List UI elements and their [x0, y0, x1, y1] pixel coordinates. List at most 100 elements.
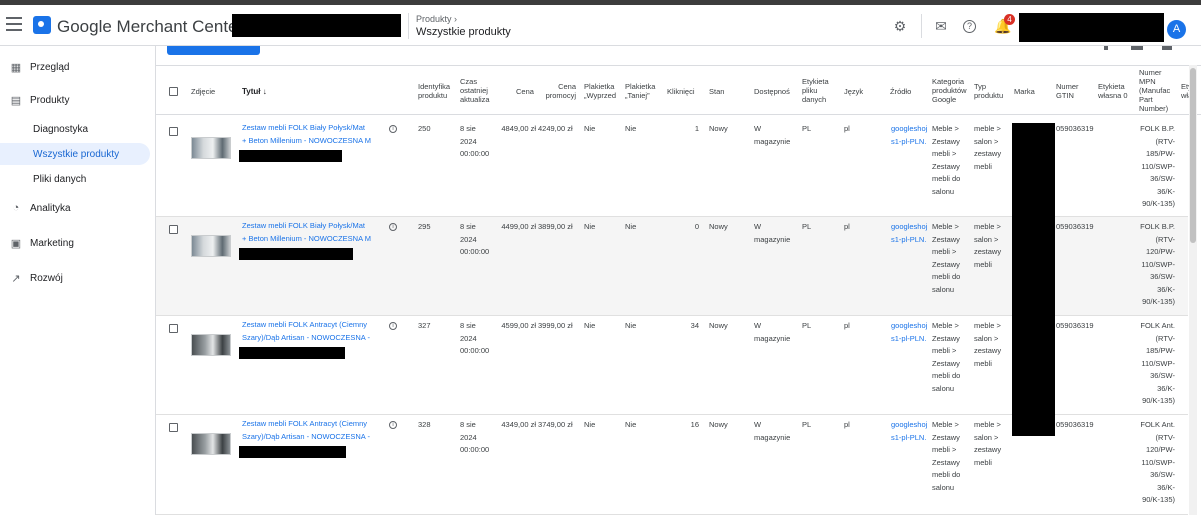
products-table-panel: Zdjęcie Tytuł ↓ Identyfika produktu Czas o… — [155, 46, 1201, 515]
download-icon[interactable] — [1162, 46, 1172, 50]
col-gtin[interactable]: Numer GTIN — [1056, 82, 1090, 100]
col-product-type[interactable]: Typ produktu — [974, 82, 1008, 100]
mpn: FOLK B.P. (RTV- 185/PW- 110/SWP- 36/SW- 36/K-… — [1140, 124, 1175, 208]
feed-label: PL — [802, 222, 812, 231]
redacted-account-info — [1019, 13, 1164, 42]
sidebar-item-overview[interactable]: ▦ Przegląd — [0, 55, 150, 79]
col-photo[interactable]: Zdjęcie — [191, 87, 215, 96]
sidebar-subitem-all-products[interactable]: Wszystkie produkty — [0, 143, 150, 165]
col-mpn[interactable]: Numer MPN (Manufac Part Number) — [1139, 68, 1175, 113]
col-language[interactable]: Język — [844, 87, 863, 96]
app-header: Google Merchant Center Produkty › Wszyst… — [0, 5, 1201, 46]
mail-icon[interactable]: ✉ — [933, 18, 949, 34]
sidebar-item-products[interactable]: ▤ Produkty — [0, 88, 150, 112]
product-thumbnail[interactable] — [191, 433, 231, 455]
feed-label: PL — [802, 321, 812, 330]
col-label-sale[interactable]: Plakietka „Wyprzed — [584, 82, 618, 100]
filter-icon[interactable] — [1104, 46, 1108, 50]
settings-gear-icon[interactable]: ⚙ — [892, 18, 908, 34]
product-type: meble > salon > zestawy mebli — [974, 420, 1002, 467]
sidebar-item-growth[interactable]: ↗ Rozwój — [0, 266, 150, 290]
source-link[interactable]: googleshoj s1-pl-PLN.: — [891, 221, 927, 246]
col-id[interactable]: Identyfika produktu — [418, 82, 452, 100]
price: 4849,00 zł — [501, 124, 536, 133]
col-category[interactable]: Kategoria produktów Google — [932, 77, 968, 104]
merchant-center-logo — [33, 16, 51, 34]
price: 4349,00 zł — [501, 420, 536, 429]
sidebar-item-analytics[interactable]: ◔ Analityka — [0, 196, 150, 220]
promo-price: 3749,00 zł — [538, 420, 573, 429]
product-thumbnail[interactable] — [191, 137, 231, 159]
mpn: FOLK B.P. (RTV- 120/PW- 110/SWP- 36/SW- 36/K-… — [1140, 222, 1175, 306]
marketing-icon: ▣ — [10, 237, 22, 250]
google-category: Meble > Zestawy mebli > Zestawy mebli do salo… — [932, 420, 961, 492]
info-icon[interactable]: i — [389, 421, 397, 429]
select-all-checkbox[interactable] — [169, 87, 178, 96]
col-brand[interactable]: Marka — [1014, 87, 1035, 96]
product-thumbnail[interactable] — [191, 235, 231, 257]
col-feed-label[interactable]: Etykieta pliku danych — [802, 77, 836, 104]
language: pl — [844, 321, 850, 330]
product-title-link[interactable]: Zestaw mebli FOLK Biały Połysk/Mat + Beto… — [242, 122, 382, 147]
label-sale: Nie — [584, 222, 596, 231]
row-checkbox[interactable] — [169, 324, 178, 333]
col-custom-label[interactable]: Etykieta własna 0 — [1098, 82, 1132, 100]
hamburger-menu-icon[interactable] — [6, 17, 22, 31]
col-label-cheaper[interactable]: Plakietka „Taniej” — [625, 82, 659, 100]
avatar[interactable]: A — [1167, 20, 1186, 39]
availability: Wmagazynie — [754, 124, 791, 146]
label-cheaper: Nie — [625, 124, 637, 133]
label-cheaper: Nie — [625, 321, 637, 330]
clicks: 16 — [690, 420, 699, 429]
col-last-update[interactable]: Czas ostatniej aktualiza — [460, 77, 494, 104]
columns-icon[interactable] — [1131, 46, 1143, 50]
col-clicks[interactable]: Kliknięci — [667, 87, 700, 96]
info-icon[interactable]: i — [389, 322, 397, 330]
source-link[interactable]: googleshoj s1-pl-PLN.: — [891, 320, 927, 345]
sidebar-subitem-diagnostics[interactable]: Diagnostyka — [0, 118, 150, 140]
redacted-account-selector[interactable] — [232, 14, 401, 37]
last-update: 8 sie 2024 00:00:00 — [460, 321, 490, 355]
source-link[interactable]: googleshoj s1-pl-PLN.: — [891, 123, 927, 148]
gtin: 05903631⁠9 — [1056, 222, 1094, 231]
col-title-sort[interactable]: Tytuł ↓ — [242, 87, 267, 96]
label-sale: Nie — [584, 321, 596, 330]
app-title: Google Merchant Center — [57, 17, 244, 36]
product-thumbnail[interactable] — [191, 334, 231, 356]
condition: Nowy — [709, 124, 728, 133]
table-header: Zdjęcie Tytuł ↓ Identyfika produktu Czas o… — [156, 65, 1201, 115]
google-category: Meble > Zestawy mebli > Zestawy mebli do salo… — [932, 124, 961, 196]
sidebar-item-marketing[interactable]: ▣ Marketing — [0, 231, 150, 255]
col-promo-price[interactable]: Cena promocyj — [542, 82, 576, 100]
sidebar-item-label: Przegląd — [30, 61, 70, 73]
add-products-button[interactable] — [167, 46, 260, 55]
gtin: 05903631⁠9 — [1056, 124, 1094, 133]
product-title-link[interactable]: Zestaw mebli FOLK Antracyt (Ciemny Szary)… — [242, 418, 382, 443]
sidebar-subitem-feeds[interactable]: Pliki danych — [0, 168, 150, 190]
source-link[interactable]: googleshoj s1-pl-PLN.: — [891, 419, 927, 444]
row-checkbox[interactable] — [169, 127, 178, 136]
row-checkbox[interactable] — [169, 225, 178, 234]
breadcrumb-parent[interactable]: Produkty › — [416, 14, 457, 24]
clicks: 34 — [690, 321, 699, 330]
row-checkbox[interactable] — [169, 423, 178, 432]
product-title-link[interactable]: Zestaw mebli FOLK Biały Połysk/Mat + Beto… — [242, 220, 382, 245]
info-icon[interactable]: i — [389, 223, 397, 231]
sidebar: ▦ Przegląd ▤ Produkty Diagnostyka Wszyst… — [0, 46, 155, 515]
info-icon[interactable]: i — [389, 125, 397, 133]
condition: Nowy — [709, 222, 728, 231]
help-icon[interactable]: ? — [963, 20, 976, 33]
scrollbar-thumb[interactable] — [1190, 68, 1196, 243]
product-title-link[interactable]: Zestaw mebli FOLK Antracyt (Ciemny Szary)… — [242, 319, 382, 344]
product-id: 328 — [418, 420, 431, 429]
google-category: Meble > Zestawy mebli > Zestawy mebli do salo… — [932, 222, 961, 294]
language: pl — [844, 124, 850, 133]
clicks: 0 — [694, 222, 699, 231]
col-price[interactable]: Cena — [516, 87, 534, 96]
redacted-brand-column — [1012, 123, 1055, 436]
price: 4599,00 zł — [501, 321, 536, 330]
col-condition[interactable]: Stan — [709, 87, 724, 96]
col-source[interactable]: Źródło — [890, 87, 911, 96]
price: 4499,00 zł — [501, 222, 536, 231]
col-availability[interactable]: Dostępnoś — [754, 87, 794, 96]
